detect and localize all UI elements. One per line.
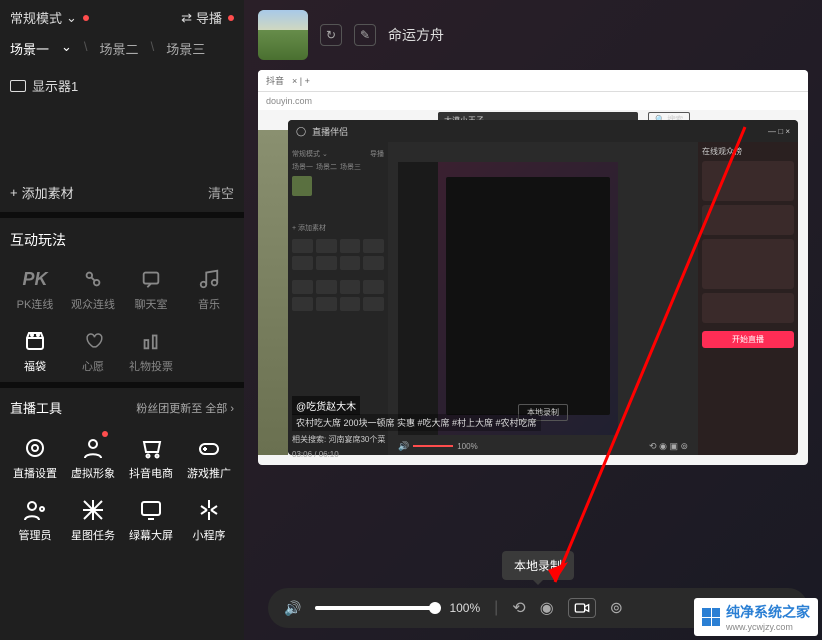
separator: \ (151, 39, 155, 58)
label: 抖音电商 (129, 465, 173, 481)
app-logo-icon: ◯ (296, 126, 306, 137)
settings-icon[interactable]: ⊚ (610, 598, 623, 618)
fans-link[interactable]: 粉丝团更新至 全部 › (136, 400, 234, 416)
scene-tab-1[interactable]: 场景一 (10, 39, 49, 58)
chat-icon (138, 266, 164, 292)
vote-icon (138, 328, 164, 354)
game-name: 命运方舟 (388, 25, 444, 45)
record-tooltip: 本地录制 (502, 551, 574, 580)
edit-icon: ✎ (360, 28, 370, 42)
music-icon (196, 266, 222, 292)
notification-dot (228, 15, 234, 21)
admin-button[interactable]: 管理员 (6, 489, 64, 551)
scene-tab-2[interactable]: 场景二 (100, 39, 139, 58)
volume-value: 100% (449, 601, 480, 615)
refresh-icon: ↻ (326, 28, 336, 42)
preview-area[interactable]: 抖音× | + douyin.com 大漠小王子 🔍 搜索 ◯直播伴侣— □ ×… (258, 70, 808, 465)
monitor-source[interactable]: 显示器1 (0, 68, 244, 103)
clear-button[interactable]: 清空 (208, 183, 234, 202)
monitor-icon (10, 80, 26, 92)
wish-button[interactable]: 心愿 (64, 320, 122, 382)
edit-button[interactable]: ✎ (354, 24, 376, 46)
watermark-url: www.ycwjzy.com (726, 622, 810, 632)
guide-label: 导播 (196, 8, 222, 27)
label: 星图任务 (71, 527, 115, 543)
swap-icon: ⇄ (181, 10, 192, 26)
miniapp-button[interactable]: 小程序 (180, 489, 238, 551)
video-bg (258, 130, 288, 455)
label: 福袋 (24, 358, 46, 374)
watermark: 纯净系统之家 www.ycwjzy.com (694, 598, 818, 636)
caption: @吃货赵大木 (292, 396, 360, 415)
label: PK连线 (17, 296, 54, 312)
app-icon (196, 497, 222, 523)
cart-icon (138, 435, 164, 461)
star-icon (80, 497, 106, 523)
watermark-title: 纯净系统之家 (726, 602, 810, 622)
audience-link-button[interactable]: 观众连线 (64, 258, 122, 320)
chevron-down-icon: ⌄ (61, 39, 72, 58)
label: 心愿 (82, 358, 104, 374)
add-label: 添加素材 (22, 183, 74, 202)
screenshot-icon[interactable]: ◉ (540, 598, 554, 618)
start-live-button: 开始直播 (702, 331, 794, 348)
notification-dot (83, 15, 89, 21)
nested-app: ◯直播伴侣— □ × 常规模式 ⌄导播 场景一场景二场景三 + 添加素材 (288, 120, 798, 455)
scene-tab-3[interactable]: 场景三 (166, 39, 205, 58)
add-material-button[interactable]: + 添加素材 (10, 183, 74, 202)
label: 聊天室 (135, 296, 168, 312)
logo-icon (702, 608, 720, 626)
link-icon (80, 266, 106, 292)
label: 虚拟形象 (71, 465, 115, 481)
chatroom-button[interactable]: 聊天室 (122, 258, 180, 320)
label: 游戏推广 (187, 465, 231, 481)
avatar-button[interactable]: 虚拟形象 (64, 427, 122, 489)
lucky-bag-button[interactable]: 福袋 (6, 320, 64, 382)
section-title-play: 互动玩法 (0, 218, 244, 258)
ecommerce-button[interactable]: 抖音电商 (122, 427, 180, 489)
refresh-button[interactable]: ↻ (320, 24, 342, 46)
greenscreen-button[interactable]: 绿幕大屏 (122, 489, 180, 551)
monitor-label: 显示器1 (32, 76, 78, 95)
bag-icon (22, 328, 48, 354)
mode-dropdown[interactable]: 常规模式 ⌄ (10, 8, 89, 27)
label: 管理员 (19, 527, 52, 543)
plus-icon: + (10, 185, 18, 200)
chevron-down-icon: ⌄ (66, 10, 77, 26)
pk-icon: PK (22, 266, 48, 292)
record-button[interactable] (568, 598, 596, 618)
guide-button[interactable]: ⇄ 导播 (181, 8, 234, 27)
heart-icon (80, 328, 106, 354)
gift-vote-button[interactable]: 礼物投票 (122, 320, 180, 382)
screen-icon (138, 497, 164, 523)
label: 观众连线 (71, 296, 115, 312)
volume-icon[interactable]: 🔊 (284, 600, 301, 617)
label: 小程序 (193, 527, 226, 543)
mode-label: 常规模式 (10, 8, 62, 27)
label: 音乐 (198, 296, 220, 312)
sub-caption: 农村吃大席 200块一顿席 实惠 #吃大席 #村上大席 #农村吃席 (292, 414, 541, 431)
notification-dot (102, 431, 108, 437)
label: 礼物投票 (129, 358, 173, 374)
admin-icon (22, 497, 48, 523)
empty-slot (180, 320, 238, 382)
star-task-button[interactable]: 星图任务 (64, 489, 122, 551)
live-settings-button[interactable]: 直播设置 (6, 427, 64, 489)
gamepad-icon (196, 435, 222, 461)
refresh-icon[interactable]: ⟲ (512, 598, 525, 618)
game-promo-button[interactable]: 游戏推广 (180, 427, 238, 489)
music-button[interactable]: 音乐 (180, 258, 238, 320)
section-title-tools: 直播工具 (10, 398, 62, 417)
browser-url: douyin.com (258, 92, 808, 110)
label: 绿幕大屏 (129, 527, 173, 543)
game-thumbnail[interactable] (258, 10, 308, 60)
avatar-icon (80, 435, 106, 461)
volume-slider[interactable] (315, 606, 435, 610)
pk-link-button[interactable]: PK PK连线 (6, 258, 64, 320)
label: 直播设置 (13, 465, 57, 481)
separator: \ (84, 39, 88, 58)
browser-tab: 抖音× | + (258, 70, 808, 92)
gear-icon (22, 435, 48, 461)
